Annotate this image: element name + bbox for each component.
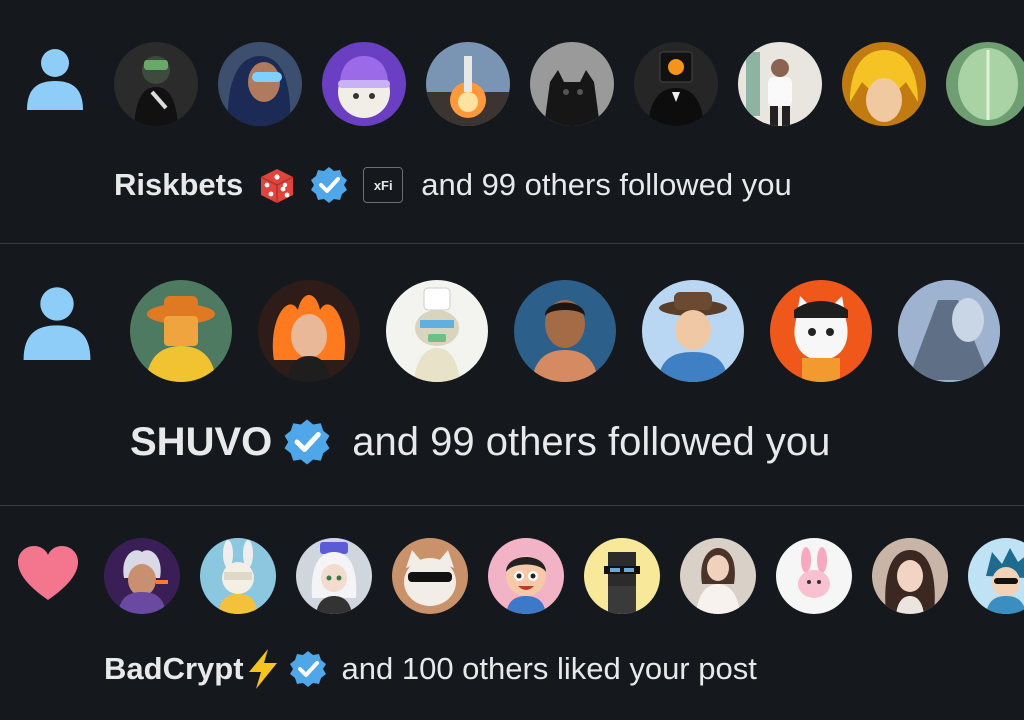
person-icon (23, 287, 91, 360)
notification-text: Riskbets xFi and 99 others followed you (114, 162, 792, 208)
avatar[interactable] (872, 538, 948, 614)
avatar[interactable] (296, 538, 372, 614)
xfi-tag: xFi (363, 167, 404, 203)
avatar[interactable] (488, 538, 564, 614)
avatar[interactable] (898, 280, 1000, 382)
avatar[interactable] (218, 42, 302, 126)
avatar[interactable] (738, 42, 822, 126)
avatar[interactable] (426, 42, 510, 126)
avatar[interactable] (104, 538, 180, 614)
username-link[interactable]: BadCrypt (104, 651, 244, 687)
notification-message: and 100 others liked your post (341, 651, 757, 686)
notification-text: SHUVO and 99 others followed you (130, 414, 830, 470)
heart-icon (18, 546, 78, 600)
avatar[interactable] (392, 538, 468, 614)
lightning-emoji (248, 649, 277, 689)
avatar[interactable] (514, 280, 616, 382)
notification-message: and 99 others followed you (352, 419, 831, 464)
notification-follow-riskbets[interactable]: Riskbets xFi and 99 others followed you (0, 0, 1024, 243)
notification-text: BadCrypt and 100 others liked your post (104, 646, 757, 692)
avatar[interactable] (322, 42, 406, 126)
avatar[interactable] (386, 280, 488, 382)
username-link[interactable]: Riskbets (114, 167, 243, 203)
avatar[interactable] (200, 538, 276, 614)
avatar[interactable] (530, 42, 614, 126)
notification-message: and 99 others followed you (421, 167, 792, 202)
notification-like-badcrypt[interactable]: BadCrypt and 100 others liked your post (0, 506, 1024, 720)
avatar[interactable] (130, 280, 232, 382)
avatar[interactable] (946, 42, 1024, 126)
username-link[interactable]: SHUVO (130, 420, 272, 465)
avatar[interactable] (842, 42, 926, 126)
avatar[interactable] (680, 538, 756, 614)
verified-badge-icon (284, 419, 330, 465)
verified-badge-icon (311, 167, 348, 203)
notification-follow-shuvo[interactable]: SHUVO and 99 others followed you (0, 244, 1024, 505)
verified-badge-icon (289, 651, 326, 687)
avatar[interactable] (770, 280, 872, 382)
avatar[interactable] (642, 280, 744, 382)
avatar[interactable] (114, 42, 198, 126)
avatar[interactable] (968, 538, 1024, 614)
avatar[interactable] (634, 42, 718, 126)
dice-emoji (260, 169, 294, 203)
avatar[interactable] (258, 280, 360, 382)
avatar[interactable] (776, 538, 852, 614)
person-icon (27, 49, 83, 110)
avatar[interactable] (584, 538, 660, 614)
